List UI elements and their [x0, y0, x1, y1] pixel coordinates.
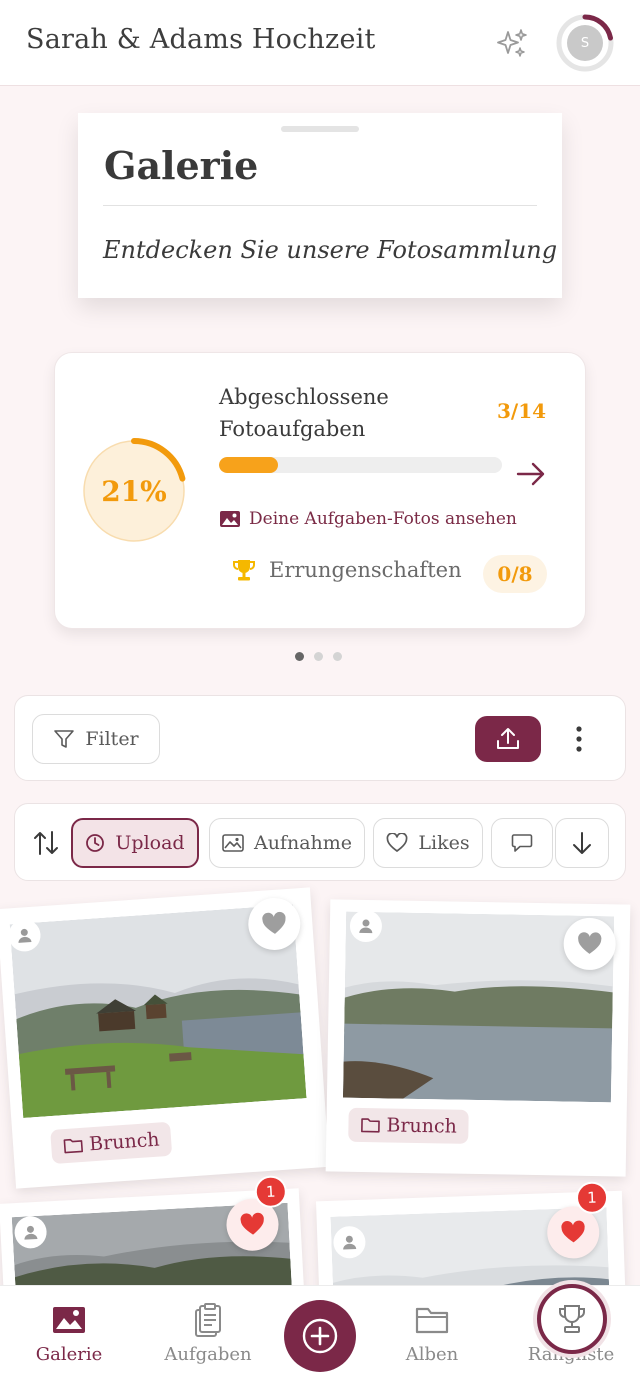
sort-chip-capture[interactable]: Aufnahme	[209, 818, 365, 868]
leaderboard-button[interactable]	[537, 1284, 607, 1354]
user-avatar[interactable]: S	[554, 12, 616, 74]
clipboard-list-icon	[195, 1303, 221, 1337]
album-label: Brunch	[386, 1114, 458, 1138]
person-icon	[343, 1235, 357, 1250]
sort-chip-label: Aufnahme	[253, 832, 353, 854]
nav-label: Alben	[405, 1344, 459, 1365]
nav-alben[interactable]: Alben	[377, 1302, 487, 1382]
photo-card[interactable]: Brunch	[0, 887, 330, 1189]
carousel-dot[interactable]	[295, 652, 304, 661]
folder-icon	[361, 1118, 380, 1133]
achievements-row[interactable]: Errungenschaften	[231, 557, 462, 583]
nav-label: Galerie	[35, 1344, 103, 1365]
image-icon	[220, 511, 240, 527]
heart-filled-icon	[240, 1212, 264, 1235]
sort-chip-likes[interactable]: Likes	[373, 818, 483, 868]
image-icon	[222, 834, 244, 852]
nav-label: Aufgaben	[164, 1344, 252, 1365]
progress-title-line1: Abgeschlossene	[219, 385, 389, 409]
filter-button[interactable]: Filter	[32, 714, 160, 764]
carousel-dot[interactable]	[314, 652, 323, 661]
gallery-info-card: Galerie Entdecken Sie unsere Fotosammlun…	[78, 113, 562, 298]
album-label: Brunch	[88, 1128, 161, 1156]
person-icon	[18, 928, 32, 943]
comment-icon	[511, 834, 533, 852]
progress-title: Abgeschlossene Fotoaufgaben	[219, 381, 419, 445]
heart-filled-icon	[561, 1220, 585, 1243]
person-icon	[24, 1225, 38, 1240]
person-icon	[359, 919, 373, 934]
sort-chip-label: Upload	[115, 832, 185, 854]
app-header: Sarah & Adams Hochzeit S	[0, 0, 640, 86]
heart-outline-icon	[386, 833, 408, 852]
achievements-label: Errungenschaften	[269, 558, 462, 582]
page-subtitle: Entdecken Sie unsere Fotosammlung	[103, 236, 558, 264]
carousel-dot[interactable]	[333, 652, 342, 661]
heart-icon	[262, 911, 286, 934]
progress-title-line2: Fotoaufgaben	[219, 417, 366, 441]
progress-percent: 21%	[101, 474, 167, 508]
trophy-icon	[233, 560, 255, 581]
sort-chip-upload[interactable]: Upload	[71, 818, 199, 868]
filter-label: Filter	[85, 728, 139, 750]
clock-icon	[86, 834, 105, 852]
sort-direction-button[interactable]	[555, 818, 609, 868]
gallery-icon	[53, 1307, 85, 1333]
sort-icon[interactable]	[31, 828, 61, 858]
folder-icon	[415, 1307, 449, 1334]
trophy-outline-icon	[559, 1305, 585, 1333]
upload-button[interactable]	[475, 716, 541, 762]
achievements-count: 0/8	[483, 555, 547, 593]
nav-aufgaben[interactable]: Aufgaben	[153, 1302, 263, 1382]
progress-ring: 21%	[80, 437, 188, 545]
add-photo-button[interactable]	[284, 1300, 356, 1372]
sparkles-icon[interactable]	[494, 26, 530, 62]
photo-tasks-progress-card[interactable]: 21% Abgeschlossene Fotoaufgaben 3/14 Dei…	[54, 352, 586, 629]
progress-bar	[219, 457, 502, 473]
funnel-icon	[54, 730, 75, 748]
progress-bar-fill	[219, 457, 279, 473]
album-tag[interactable]: Brunch	[348, 1107, 470, 1144]
sort-chip-comments[interactable]	[491, 818, 553, 868]
photo-card[interactable]: Brunch	[325, 899, 631, 1177]
drag-handle[interactable]	[281, 126, 359, 132]
sort-toolbar: Upload Aufnahme Likes	[14, 803, 626, 881]
app-title: Sarah & Adams Hochzeit	[26, 24, 376, 55]
more-options-icon[interactable]	[565, 722, 593, 756]
view-task-photos-link[interactable]: Deine Aufgaben-Fotos ansehen	[219, 509, 517, 529]
plus-circle-icon	[302, 1318, 338, 1354]
divider	[103, 205, 537, 206]
heart-icon	[578, 932, 602, 954]
carousel-dots[interactable]	[295, 652, 342, 661]
avatar-initial: S	[567, 25, 603, 61]
arrow-right-icon[interactable]	[515, 459, 547, 489]
upload-icon	[497, 728, 519, 749]
sort-chip-label: Likes	[418, 832, 470, 854]
arrow-down-icon	[573, 832, 591, 854]
bottom-navigation: Galerie Aufgaben Alben Rangliste	[0, 1284, 640, 1385]
view-task-photos-label: Deine Aufgaben-Fotos ansehen	[249, 509, 517, 529]
page-title: Galerie	[104, 143, 259, 188]
nav-galerie[interactable]: Galerie	[14, 1302, 124, 1382]
album-tag[interactable]: Brunch	[50, 1121, 173, 1165]
folder-icon	[63, 1138, 84, 1154]
filter-toolbar: Filter	[14, 695, 626, 781]
progress-count: 3/14	[497, 399, 547, 423]
